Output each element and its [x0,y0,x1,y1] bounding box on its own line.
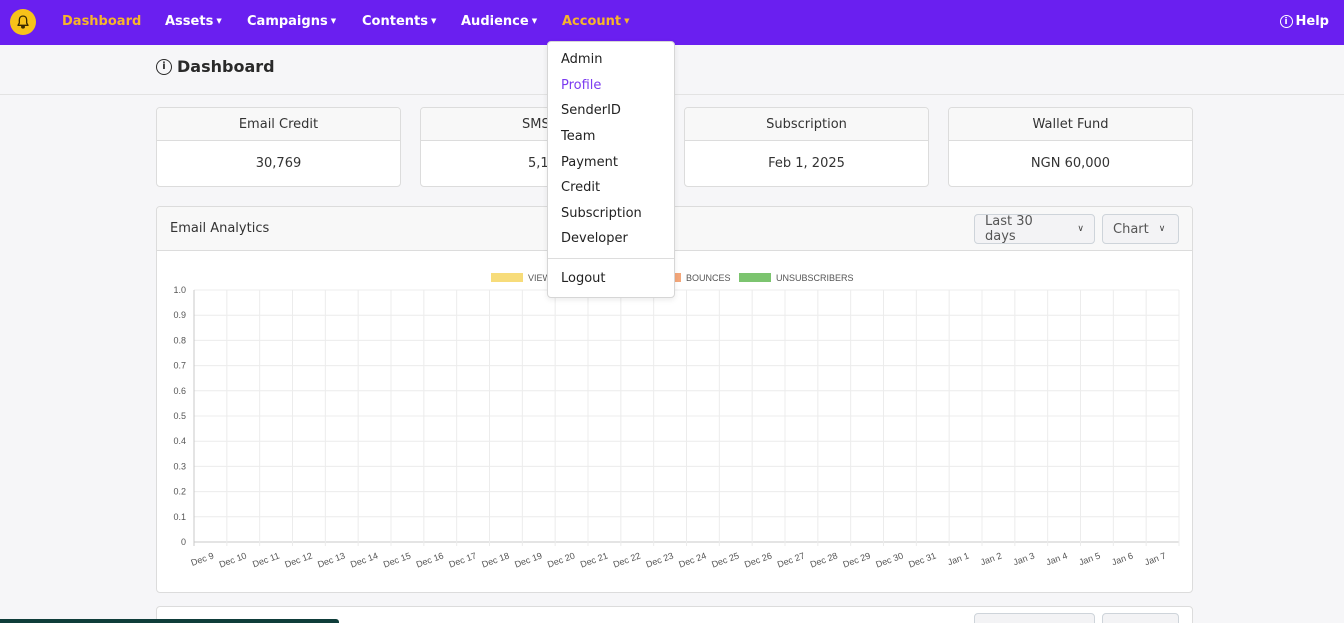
x-tick-label: Dec 30 [874,550,904,569]
account-dropdown-menu: Admin Profile SenderID Team Payment Cred… [547,41,675,298]
y-tick-label: 0.7 [173,361,186,371]
x-tick-label: Jan 4 [1045,550,1069,567]
x-tick-label: Dec 17 [448,550,478,569]
x-tick-label: Dec 22 [612,550,642,569]
x-tick-label: Jan 7 [1143,550,1167,567]
menu-item-developer[interactable]: Developer [561,231,628,246]
stat-card-wallet-fund: Wallet Fund NGN 60,000 [948,107,1193,187]
x-tick-label: Dec 12 [283,550,313,569]
x-tick-label: Dec 28 [809,550,839,569]
nav-assets[interactable]: Assets ▼ [165,14,222,29]
email-analytics-chart: 00.10.20.30.40.50.60.70.80.91.0Dec 9 Dec … [173,273,1180,570]
legend-label[interactable]: BOUNCES [686,273,731,283]
x-tick-label: Dec 23 [645,550,675,569]
stat-card-email-credit: Email Credit 30,769 [156,107,401,187]
stat-label: Wallet Fund [949,108,1192,141]
x-tick-label: Jan 1 [946,550,970,567]
x-tick-label: Jan 6 [1110,550,1134,567]
y-tick-label: 0.5 [173,411,186,421]
y-tick-label: 0.4 [173,436,186,446]
nav-dashboard[interactable]: Dashboard [62,14,141,29]
menu-item-subscription[interactable]: Subscription [561,206,642,221]
nav-contents[interactable]: Contents ▼ [362,14,436,29]
x-tick-label: Dec 21 [579,550,609,569]
caret-down-icon: ▼ [531,17,538,25]
menu-item-senderid[interactable]: SenderID [561,103,621,118]
range-select[interactable]: Last 30 days ∨ [974,214,1095,244]
x-tick-label: Jan 2 [979,550,1003,567]
x-tick-label: Jan 3 [1012,550,1036,567]
y-tick-label: 1.0 [173,285,186,295]
legend-label[interactable]: UNSUBSCRIBERS [776,273,854,283]
x-tick-label: Dec 14 [349,550,379,569]
x-tick-label: Dec 26 [743,550,773,569]
y-tick-label: 0.3 [173,461,186,471]
menu-item-profile[interactable]: Profile [561,78,601,93]
top-navbar: Dashboard Assets ▼ Campaigns ▼ Contents ▼ A… [0,0,1344,45]
x-tick-label: Jan 5 [1077,550,1101,567]
range-select-value: Last 30 days [985,214,1033,244]
view-select[interactable]: Chart ∨ [1102,214,1179,244]
caret-down-icon: ▼ [330,17,337,25]
x-tick-label: Dec 13 [316,550,346,569]
toast-progress-bar [0,619,339,623]
y-tick-label: 0.6 [173,386,186,396]
x-tick-label: Dec 31 [907,550,937,569]
chevron-down-icon: ∨ [1077,224,1084,234]
menu-item-team[interactable]: Team [561,129,595,144]
stat-value: 30,769 [255,156,302,171]
stat-value: Feb 1, 2025 [768,156,845,171]
chevron-down-icon: ∨ [1158,224,1166,234]
stat-card-subscription: Subscription Feb 1, 2025 [684,107,929,187]
y-tick-label: 0.2 [173,487,186,497]
nav-account[interactable]: Account ▼ [562,14,630,29]
stat-value: NGN 60,000 [1030,156,1111,171]
page-title-text: Dashboard [177,57,275,76]
menu-divider [548,258,674,259]
info-icon: i [1279,15,1293,28]
x-tick-label: Dec 11 [251,550,281,569]
x-tick-label: Dec 29 [842,550,872,569]
secondary-view-select[interactable] [1102,613,1179,623]
x-tick-label: Dec 25 [710,550,740,569]
info-icon: i [156,58,172,75]
x-tick-label: Dec 19 [513,550,543,569]
y-tick-label: 0.9 [173,310,186,320]
menu-item-credit[interactable]: Credit [561,180,600,195]
bell-icon[interactable] [10,9,36,35]
x-tick-label: Dec 9 [190,550,216,567]
stat-label: Subscription [685,108,928,141]
x-tick-label: Dec 16 [415,550,445,569]
x-tick-label: Dec 20 [546,550,576,569]
nav-campaigns[interactable]: Campaigns ▼ [247,14,336,29]
y-tick-label: 0.8 [173,335,186,345]
analytics-title: Email Analytics [170,221,270,236]
x-tick-label: Dec 15 [382,550,412,569]
y-tick-label: 0 [181,537,186,547]
caret-down-icon: ▼ [624,17,630,25]
x-tick-label: Dec 24 [677,550,707,569]
legend-swatch[interactable] [739,273,771,282]
x-tick-label: Dec 10 [218,550,248,569]
x-tick-label: Dec 27 [776,550,806,569]
caret-down-icon: ▼ [430,17,437,25]
stat-label: Email Credit [157,108,400,141]
secondary-range-select[interactable] [974,613,1095,623]
menu-item-admin[interactable]: Admin [561,52,602,67]
page-title: i Dashboard [156,57,275,76]
view-select-value: Chart [1113,221,1149,237]
caret-down-icon: ▼ [216,17,222,25]
nav-audience[interactable]: Audience ▼ [461,14,537,29]
menu-item-logout[interactable]: Logout [561,271,606,286]
y-tick-label: 0.1 [173,512,186,522]
help-label: Help [1295,14,1329,29]
menu-item-payment[interactable]: Payment [561,155,618,170]
x-tick-label: Dec 18 [480,550,510,569]
help-link[interactable]: i Help [1279,14,1329,29]
legend-swatch[interactable] [491,273,523,282]
